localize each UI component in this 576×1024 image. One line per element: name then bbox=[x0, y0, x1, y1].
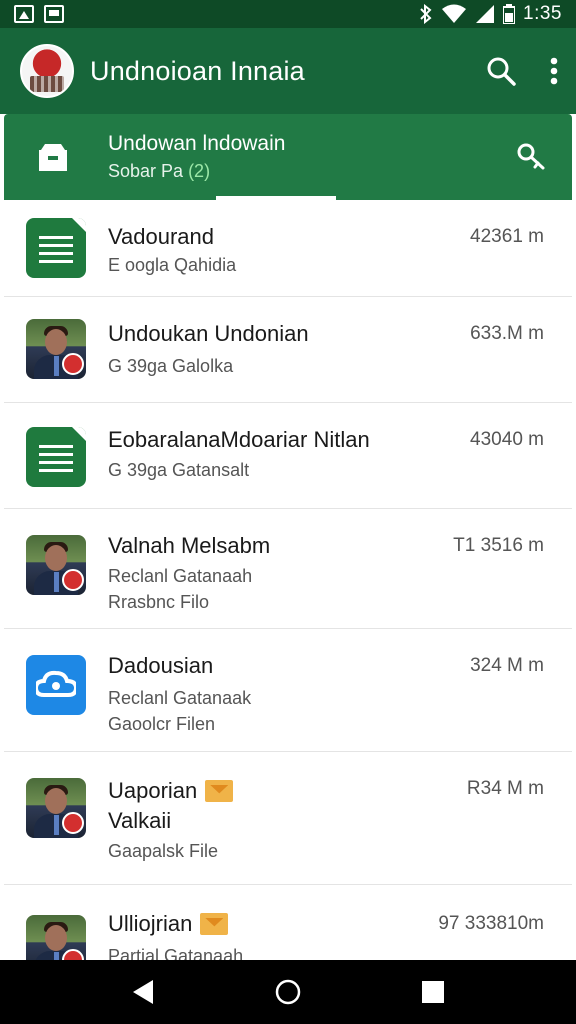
inbox-icon[interactable] bbox=[36, 140, 70, 174]
avatar bbox=[26, 319, 86, 379]
list-item-title-text: Undoukan Undonian bbox=[108, 321, 309, 346]
list-item[interactable]: EobaralanaMdoariar Nitlan G 39ga Gatansa… bbox=[4, 403, 572, 509]
list-item-size: 43040 m bbox=[470, 429, 544, 450]
list-item-size: 42361 m bbox=[470, 226, 544, 247]
back-icon[interactable] bbox=[113, 962, 173, 1022]
home-icon[interactable] bbox=[258, 962, 318, 1022]
signal-icon bbox=[476, 5, 495, 23]
list-item-detail: Gaoolcr Filen bbox=[108, 714, 216, 734]
mail-icon bbox=[200, 913, 229, 935]
bluetooth-icon bbox=[420, 4, 432, 24]
folder-title: Undowan lndowain bbox=[108, 132, 286, 155]
file-list: Vadourand E oogla Qahidia 42361 m Undouk… bbox=[4, 200, 572, 960]
app-logo-icon[interactable] bbox=[20, 44, 74, 98]
list-item[interactable]: Valnah Melsabm Reclanl Gatanaah Rrasbnc … bbox=[4, 509, 572, 629]
list-item-size: 633.M m bbox=[470, 323, 544, 344]
record-badge-icon bbox=[62, 812, 84, 834]
folder-subtitle-prefix: Sobar Pa bbox=[108, 161, 189, 181]
gallery-icon bbox=[14, 5, 34, 23]
document-icon bbox=[26, 218, 86, 278]
list-item-title-text: Valnah Melsabm bbox=[108, 533, 271, 558]
battery-icon bbox=[503, 4, 516, 24]
message-icon bbox=[44, 5, 64, 23]
list-item[interactable]: Dadousian Reclanl Gatanaak Gaoolcr Filen… bbox=[4, 629, 572, 752]
list-item-title: Vadourand bbox=[108, 222, 236, 252]
list-item[interactable]: Uaporian Valkaii Gaapalsk File R34 M m bbox=[4, 752, 572, 885]
list-item-title-text: Dadousian bbox=[108, 653, 214, 678]
key-icon[interactable] bbox=[516, 142, 546, 172]
list-item-detail: E oogla Qahidia bbox=[108, 255, 237, 275]
list-item-detail: G 39ga Galolka bbox=[108, 356, 234, 376]
document-icon bbox=[26, 427, 86, 487]
folder-header-texts: Undowan lndowain Sobar Pa (2) bbox=[108, 130, 285, 184]
mail-icon bbox=[205, 780, 234, 802]
app-title: Undnoioan Innaia bbox=[90, 55, 305, 86]
status-time: 1:35 bbox=[523, 3, 562, 24]
list-item[interactable]: Undoukan Undonian G 39ga Galolka 633.M m bbox=[4, 297, 572, 403]
search-icon[interactable] bbox=[486, 56, 516, 86]
list-item-title-text: EobaralanaMdoariar Nitlan bbox=[108, 427, 370, 452]
avatar bbox=[26, 535, 86, 595]
list-item[interactable]: Ulliojrian Partial Gatanaah 97 333810m bbox=[4, 885, 572, 960]
list-item-texts: Uaporian Valkaii Gaapalsk File bbox=[108, 752, 234, 864]
list-item-size: 324 M m bbox=[470, 655, 544, 676]
list-item-texts: Vadourand E oogla Qahidia bbox=[108, 200, 236, 278]
more-vert-icon[interactable] bbox=[550, 57, 558, 85]
app-bar: Undnoioan Innaia bbox=[0, 28, 576, 114]
list-item[interactable]: Vadourand E oogla Qahidia 42361 m bbox=[4, 200, 572, 297]
list-item-title-text: Uaporian bbox=[108, 778, 198, 803]
recents-icon[interactable] bbox=[403, 962, 463, 1022]
list-item-subtitle: Valkaii bbox=[108, 808, 172, 833]
folder-header: Undowan lndowain Sobar Pa (2) bbox=[4, 114, 572, 200]
list-item-detail: G 39ga Gatansalt bbox=[108, 460, 250, 480]
status-system: 1:35 bbox=[419, 3, 562, 25]
list-item-size: 97 333810m bbox=[438, 913, 544, 934]
avatar bbox=[26, 915, 86, 960]
list-item-detail: Rrasbnc Filo bbox=[108, 592, 210, 612]
status-notifications bbox=[14, 5, 64, 23]
status-bar: 1:35 bbox=[0, 0, 576, 28]
app-actions bbox=[486, 56, 558, 86]
record-badge-icon bbox=[62, 949, 84, 960]
list-item-texts: Dadousian Reclanl Gatanaak Gaoolcr Filen bbox=[108, 629, 251, 737]
record-badge-icon bbox=[62, 353, 84, 375]
wifi-icon bbox=[442, 4, 467, 23]
list-item-size: R34 M m bbox=[466, 778, 544, 799]
folder-subtitle: Sobar Pa (2) bbox=[108, 158, 285, 184]
list-item-title: Valnah Melsabm bbox=[108, 531, 270, 561]
cloud-icon bbox=[26, 655, 86, 715]
list-item-title: Uaporian bbox=[108, 776, 234, 806]
list-item-title: Dadousian bbox=[108, 651, 251, 681]
list-item-detail: Reclanl Gatanaak bbox=[108, 688, 252, 708]
list-item-title: Ulliojrian bbox=[108, 909, 243, 939]
list-item-texts: EobaralanaMdoariar Nitlan G 39ga Gatansa… bbox=[108, 403, 370, 483]
list-item-title-text: Ulliojrian bbox=[108, 911, 193, 936]
system-nav-bar bbox=[0, 960, 576, 1024]
list-item-title-text: Vadourand bbox=[108, 224, 215, 249]
list-item-detail: Gaapalsk File bbox=[108, 841, 219, 861]
list-item-title: EobaralanaMdoariar Nitlan bbox=[108, 425, 370, 455]
avatar bbox=[26, 778, 86, 838]
list-item-title: Undoukan Undonian bbox=[108, 319, 309, 349]
list-item-texts: Undoukan Undonian G 39ga Galolka bbox=[108, 297, 309, 379]
record-badge-icon bbox=[62, 569, 84, 591]
list-item-detail: Reclanl Gatanaah bbox=[108, 566, 253, 586]
list-item-size: T1 3516 m bbox=[453, 535, 544, 556]
folder-count: (2) bbox=[188, 161, 211, 181]
list-item-detail: Partial Gatanaah bbox=[108, 946, 244, 960]
list-item-texts: Ulliojrian Partial Gatanaah bbox=[108, 885, 243, 960]
list-item-texts: Valnah Melsabm Reclanl Gatanaah Rrasbnc … bbox=[108, 509, 270, 615]
